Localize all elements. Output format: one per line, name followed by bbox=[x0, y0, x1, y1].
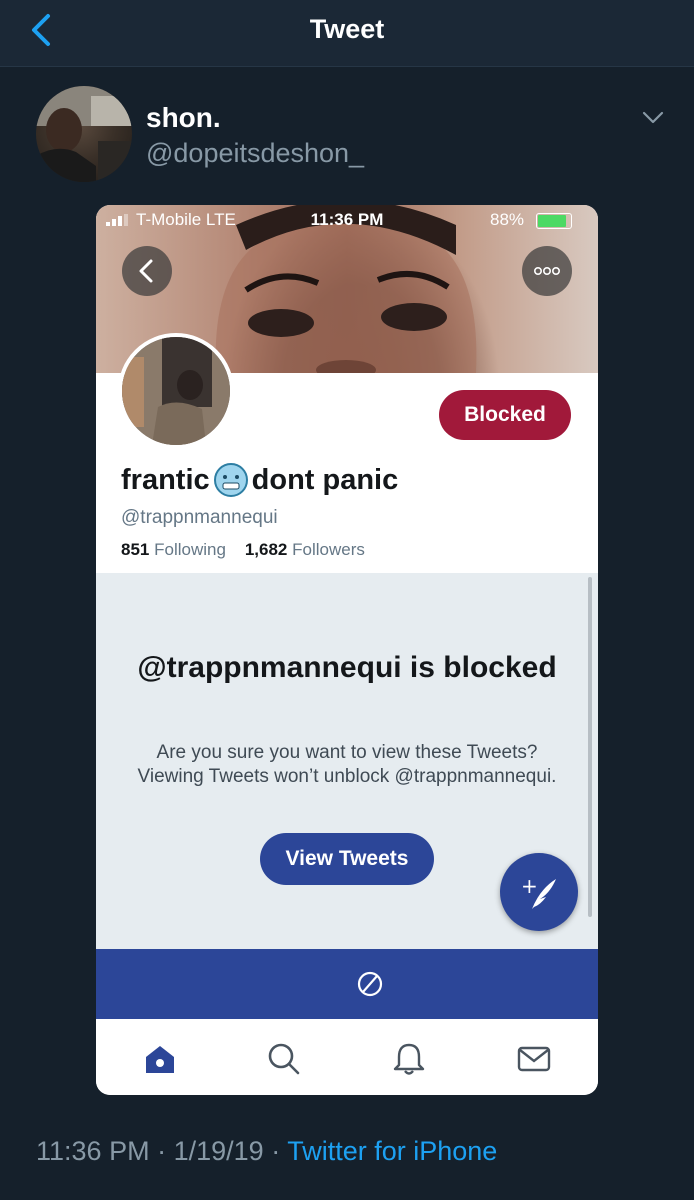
messages-icon[interactable] bbox=[516, 1041, 552, 1077]
author-handle[interactable]: @dopeitsdeshon_ bbox=[146, 138, 364, 169]
profile-name-part2: dont panic bbox=[251, 463, 399, 496]
tweet-metadata: 11:36 PM · 1/19/19 · Twitter for iPhone bbox=[36, 1136, 497, 1167]
author-avatar[interactable] bbox=[36, 86, 132, 182]
tweet-source-link[interactable]: Twitter for iPhone bbox=[287, 1136, 497, 1166]
phone-status-bar: T-Mobile LTE 11:36 PM 88% bbox=[96, 205, 598, 235]
author-name[interactable]: shon. bbox=[146, 102, 221, 134]
meta-separator: · bbox=[271, 1136, 281, 1166]
profile-more-button[interactable] bbox=[522, 246, 572, 296]
chevron-down-icon[interactable] bbox=[641, 110, 665, 126]
battery-level bbox=[538, 215, 566, 227]
blocked-button[interactable]: Blocked bbox=[439, 390, 571, 440]
followers-count[interactable]: 1,682 bbox=[245, 540, 288, 559]
cold-face-emoji bbox=[213, 463, 248, 497]
profile-display-name: frantic dont panic bbox=[121, 463, 398, 497]
tweet-media-image[interactable]: T-Mobile LTE 11:36 PM 88% Blocked franti… bbox=[96, 205, 598, 1095]
avatar-photo bbox=[36, 86, 132, 182]
profile-back-button[interactable] bbox=[122, 246, 172, 296]
chevron-left-icon bbox=[139, 259, 153, 283]
battery-percent: 88% bbox=[490, 210, 525, 229]
profile-name-part1: frantic bbox=[121, 463, 210, 496]
followers-label[interactable]: Followers bbox=[292, 540, 365, 559]
page-title: Tweet bbox=[309, 14, 385, 44]
blocked-notice-title: @trappnmannequi is blocked bbox=[137, 651, 557, 684]
profile-avatar[interactable] bbox=[118, 333, 234, 449]
compose-quill-icon: + bbox=[521, 874, 556, 909]
home-icon[interactable] bbox=[142, 1041, 178, 1077]
meta-separator: · bbox=[157, 1136, 167, 1166]
following-count[interactable]: 851 bbox=[121, 540, 149, 559]
blocked-banner-bar bbox=[96, 949, 598, 1019]
view-tweets-button[interactable]: View Tweets bbox=[260, 833, 434, 885]
top-nav-bar: Tweet bbox=[0, 0, 694, 67]
profile-handle: @trappnmannequi bbox=[121, 507, 278, 528]
search-icon[interactable] bbox=[266, 1041, 302, 1077]
svg-text:+: + bbox=[521, 874, 538, 898]
blocked-notice-description: Are you sure you want to view these Twee… bbox=[137, 742, 557, 787]
tweet-time: 11:36 PM bbox=[36, 1136, 150, 1166]
bottom-tab-bar bbox=[96, 1019, 598, 1095]
tweet-date: 1/19/19 bbox=[173, 1136, 264, 1166]
scrollbar[interactable] bbox=[588, 577, 592, 917]
block-icon bbox=[357, 971, 383, 997]
profile-stats: 851 Following 1,682 Followers bbox=[121, 540, 365, 560]
notifications-icon[interactable] bbox=[391, 1041, 427, 1077]
battery-icon bbox=[536, 213, 572, 229]
following-label[interactable]: Following bbox=[154, 540, 226, 559]
profile-avatar-photo bbox=[122, 337, 230, 445]
more-dots-icon bbox=[534, 266, 560, 275]
compose-tweet-button[interactable]: + bbox=[500, 853, 578, 931]
